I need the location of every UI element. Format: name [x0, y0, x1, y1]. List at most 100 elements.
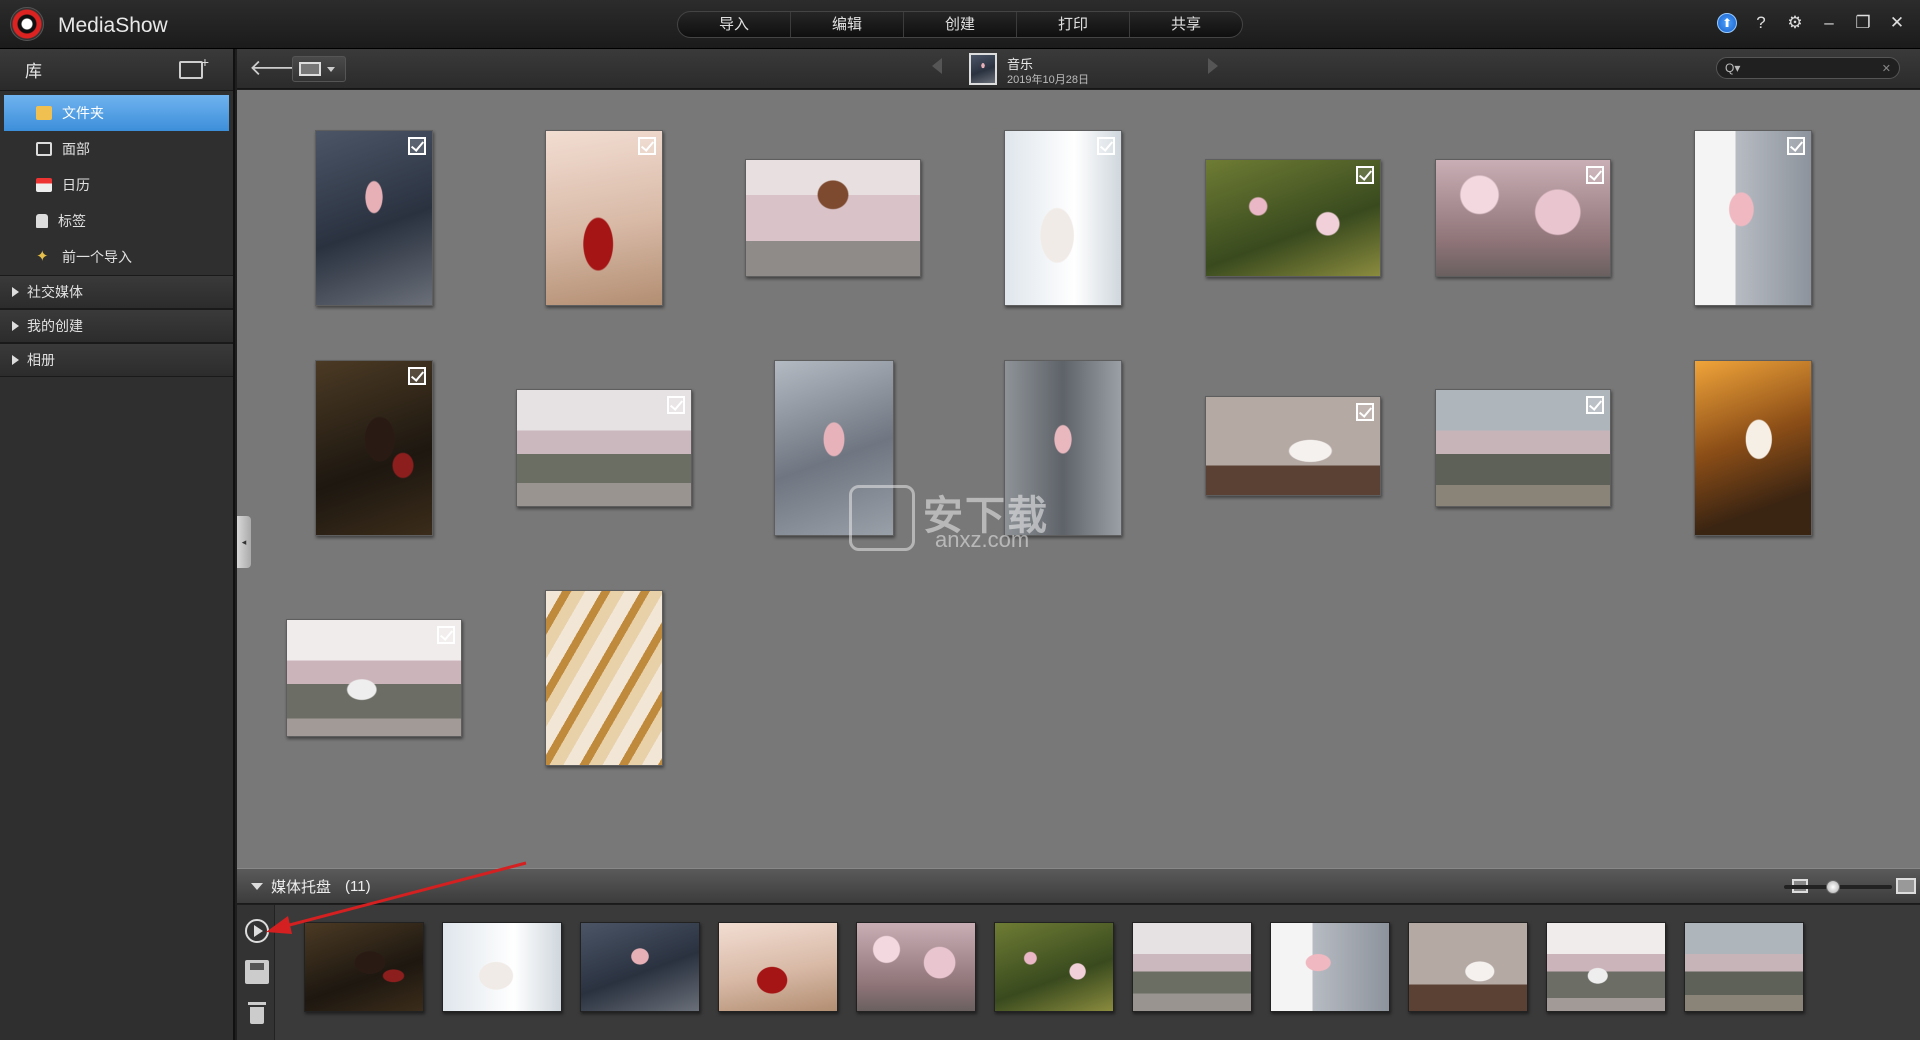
checkbox-icon[interactable] — [408, 367, 426, 385]
sidebar-section-my-creations[interactable]: 我的创建 — [0, 309, 233, 343]
search-box: Q▾ ✕ — [1716, 57, 1900, 79]
tray-thumbnail[interactable] — [1546, 922, 1666, 1012]
tray-thumbnail[interactable] — [718, 922, 838, 1012]
checkbox-icon[interactable] — [1097, 137, 1115, 155]
expand-arrow-icon — [12, 321, 19, 331]
thumbnail-view-icon — [299, 62, 321, 76]
title-bar: MediaShow 导入 编辑 创建 打印 共享 ⬆ ? ⚙ – ❐ ✕ — [0, 0, 1920, 49]
tray-collapse-icon[interactable] — [251, 882, 263, 890]
search-icon[interactable]: Q▾ — [1725, 61, 1740, 75]
previous-album-button[interactable] — [932, 58, 942, 74]
chevron-down-icon — [327, 66, 335, 72]
view-mode-dropdown[interactable] — [292, 56, 346, 82]
library-items: 文件夹 面部 日历 标签 ✦ 前一个导入 — [0, 91, 233, 275]
media-thumbnail[interactable] — [545, 130, 663, 306]
media-thumbnail[interactable] — [1435, 389, 1611, 507]
media-thumbnail[interactable] — [545, 590, 663, 766]
media-tray — [237, 905, 1920, 1040]
restore-button[interactable]: ❐ — [1852, 12, 1874, 34]
next-album-button[interactable] — [1208, 58, 1218, 74]
large-thumbnail-icon[interactable] — [1896, 878, 1916, 894]
calendar-icon — [36, 178, 52, 192]
sidebar-item-label: 文件夹 — [62, 105, 104, 121]
media-thumbnail[interactable] — [315, 360, 433, 536]
clear-search-icon[interactable]: ✕ — [1882, 62, 1891, 75]
expand-arrow-icon — [12, 355, 19, 365]
checkbox-icon[interactable] — [1586, 166, 1604, 184]
minimize-icon: – — [1824, 13, 1834, 32]
update-button[interactable]: ⬆ — [1716, 12, 1738, 34]
media-thumbnail[interactable] — [286, 619, 462, 737]
media-thumbnail[interactable] — [516, 389, 692, 507]
tray-thumbnail[interactable] — [580, 922, 700, 1012]
trash-icon[interactable] — [245, 1001, 269, 1025]
main-navigation: 导入 编辑 创建 打印 共享 — [677, 11, 1243, 38]
minimize-button[interactable]: – — [1818, 12, 1840, 34]
sidebar-item-calendar[interactable]: 日历 — [0, 167, 233, 203]
tray-thumbnail[interactable] — [304, 922, 424, 1012]
media-tray-header: 媒体托盘 (11) — [237, 868, 1920, 904]
media-thumbnail[interactable] — [1004, 130, 1122, 306]
tray-thumbnail[interactable] — [856, 922, 976, 1012]
tray-thumbnail[interactable] — [1132, 922, 1252, 1012]
checkbox-icon[interactable] — [408, 137, 426, 155]
checkbox-icon[interactable] — [1586, 396, 1604, 414]
tray-tools — [237, 905, 275, 1040]
play-slideshow-icon[interactable] — [245, 919, 269, 943]
sidebar-item-label: 面部 — [62, 141, 90, 157]
media-thumbnail[interactable] — [1435, 159, 1611, 277]
folder-icon — [36, 106, 52, 120]
tray-thumbnail[interactable] — [442, 922, 562, 1012]
media-tray-count: (11) — [345, 877, 371, 895]
tray-thumbnail[interactable] — [994, 922, 1114, 1012]
checkbox-icon[interactable] — [638, 137, 656, 155]
sidebar-item-label: 前一个导入 — [62, 249, 132, 265]
checkbox-icon[interactable] — [1356, 166, 1374, 184]
help-icon: ? — [1756, 13, 1766, 32]
help-button[interactable]: ? — [1750, 12, 1772, 34]
sidebar-item-tags[interactable]: 标签 — [0, 203, 233, 239]
library-sidebar: 库 文件夹 面部 日历 标签 ✦ 前一个导入 社交媒体 我的创建 — [0, 49, 235, 1040]
tray-thumbnail[interactable] — [1408, 922, 1528, 1012]
tray-thumbnail[interactable] — [1684, 922, 1804, 1012]
close-button[interactable]: ✕ — [1886, 12, 1908, 34]
checkbox-icon[interactable] — [1356, 403, 1374, 421]
sidebar-section-social-media[interactable]: 社交媒体 — [0, 275, 233, 309]
add-library-icon[interactable] — [179, 54, 209, 79]
media-thumbnail[interactable] — [745, 159, 921, 277]
slider-knob[interactable] — [1826, 880, 1840, 894]
nav-create[interactable]: 创建 — [904, 12, 1017, 37]
save-icon[interactable] — [245, 960, 269, 984]
watermark-logo — [849, 485, 915, 551]
media-thumbnail[interactable] — [1694, 360, 1812, 536]
sidebar-item-previous-import[interactable]: ✦ 前一个导入 — [0, 239, 233, 275]
sidebar-item-faces[interactable]: 面部 — [0, 131, 233, 167]
media-thumbnail[interactable] — [1694, 130, 1812, 306]
checkbox-icon[interactable] — [1787, 137, 1805, 155]
star-icon: ✦ — [36, 248, 49, 265]
media-thumbnail[interactable] — [315, 130, 433, 306]
checkbox-icon[interactable] — [437, 626, 455, 644]
library-header: 库 — [0, 49, 233, 91]
back-button[interactable]: 🡐 — [249, 57, 308, 80]
nav-edit[interactable]: 编辑 — [791, 12, 904, 37]
gear-icon: ⚙ — [1787, 13, 1803, 32]
thumbnail-size-slider[interactable] — [1784, 880, 1892, 894]
sidebar-section-albums[interactable]: 相册 — [0, 343, 233, 377]
tray-thumbnail[interactable] — [1270, 922, 1390, 1012]
update-icon: ⬆ — [1717, 13, 1737, 33]
collapse-sidebar-button[interactable]: ◂ — [237, 516, 251, 568]
settings-button[interactable]: ⚙ — [1784, 12, 1806, 34]
checkbox-icon[interactable] — [667, 396, 685, 414]
media-thumbnail[interactable] — [1205, 159, 1381, 277]
nav-share[interactable]: 共享 — [1130, 12, 1242, 37]
nav-import[interactable]: 导入 — [678, 12, 791, 37]
media-thumbnail[interactable] — [1205, 396, 1381, 496]
sidebar-item-folders[interactable]: 文件夹 — [4, 95, 229, 131]
window-controls: ⬆ ? ⚙ – ❐ ✕ — [1716, 12, 1908, 34]
restore-icon: ❐ — [1855, 13, 1871, 32]
nav-print[interactable]: 打印 — [1017, 12, 1130, 37]
tag-icon — [36, 214, 48, 228]
watermark: 安下载 anxz.com — [849, 483, 1079, 553]
search-input[interactable] — [1744, 61, 1878, 75]
